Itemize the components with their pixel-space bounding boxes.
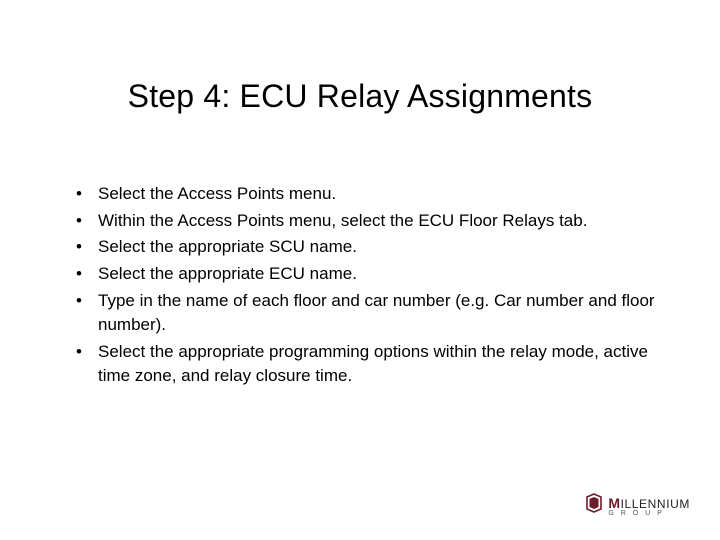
logo-mark-icon xyxy=(584,493,604,518)
list-item: Select the Access Points menu. xyxy=(72,182,660,207)
logo-subtext: G R O U P xyxy=(608,510,690,517)
slide-body: Select the Access Points menu. Within th… xyxy=(72,182,660,391)
list-item: Select the appropriate programming optio… xyxy=(72,340,660,389)
bullet-list: Select the Access Points menu. Within th… xyxy=(72,182,660,389)
list-item: Type in the name of each floor and car n… xyxy=(72,289,660,338)
logo-text: MILLENNIUM G R O U P xyxy=(608,495,690,517)
slide: Step 4: ECU Relay Assignments Select the… xyxy=(0,0,720,540)
logo-brand-rest: ILLENNIUM xyxy=(621,497,690,511)
list-item: Select the appropriate ECU name. xyxy=(72,262,660,287)
brand-logo: MILLENNIUM G R O U P xyxy=(584,493,690,518)
list-item: Within the Access Points menu, select th… xyxy=(72,209,660,234)
list-item: Select the appropriate SCU name. xyxy=(72,235,660,260)
slide-title: Step 4: ECU Relay Assignments xyxy=(0,78,720,115)
